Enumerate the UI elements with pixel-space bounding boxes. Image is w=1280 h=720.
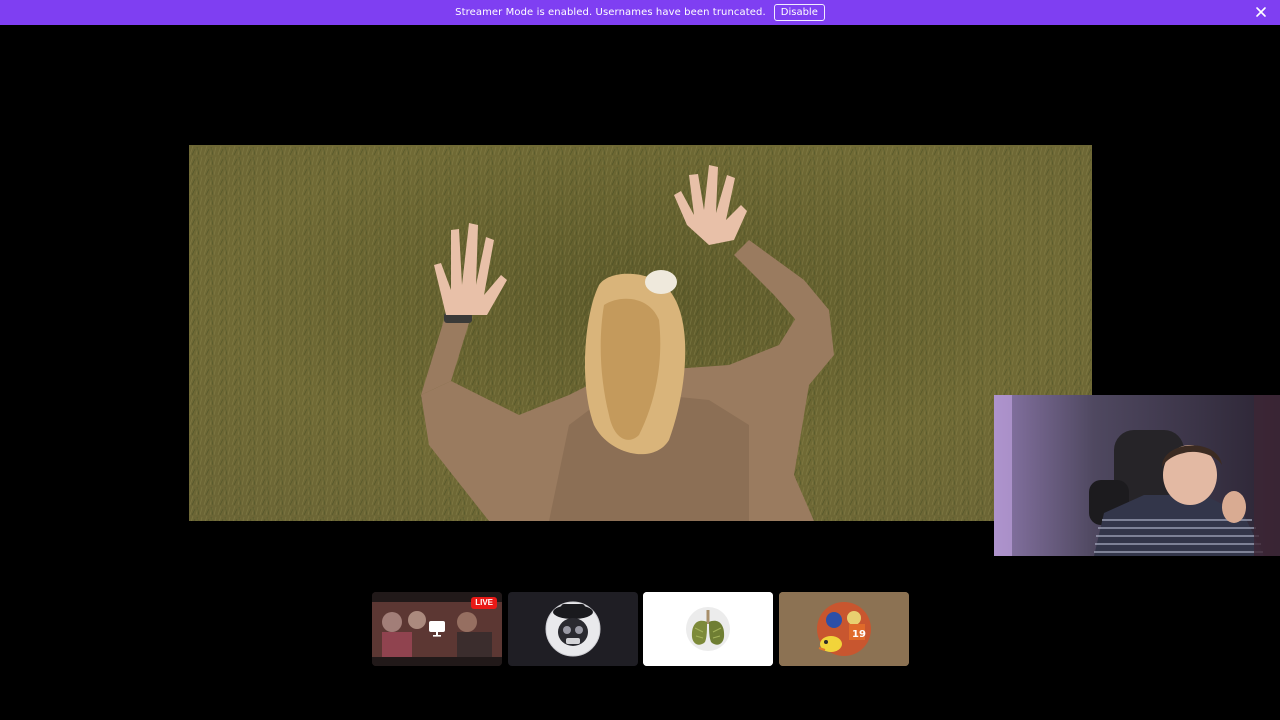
video-frame <box>189 145 1092 521</box>
streamer-mode-message: Streamer Mode is enabled. Usernames have… <box>455 7 766 18</box>
svg-text:19: 19 <box>852 629 866 640</box>
streamer-mode-banner: Streamer Mode is enabled. Usernames have… <box>0 0 1280 25</box>
webcam-preview[interactable] <box>994 395 1280 556</box>
collage-avatar: 19 <box>779 592 909 666</box>
screen-share-icon <box>429 621 445 637</box>
webcam-frame <box>994 395 1280 556</box>
screen-share-video[interactable] <box>189 145 1092 521</box>
lungs-avatar <box>643 592 773 666</box>
participant-tile-3[interactable] <box>643 592 773 666</box>
close-icon[interactable] <box>1254 5 1268 19</box>
masked-figure-avatar <box>545 601 601 657</box>
disable-streamer-mode-button[interactable]: Disable <box>773 4 825 21</box>
participant-tile-4[interactable]: 19 <box>779 592 909 666</box>
live-badge: LIVE <box>471 597 497 609</box>
participant-tile-screenshare[interactable]: LIVE <box>372 592 502 666</box>
participant-tile-2[interactable] <box>508 592 638 666</box>
